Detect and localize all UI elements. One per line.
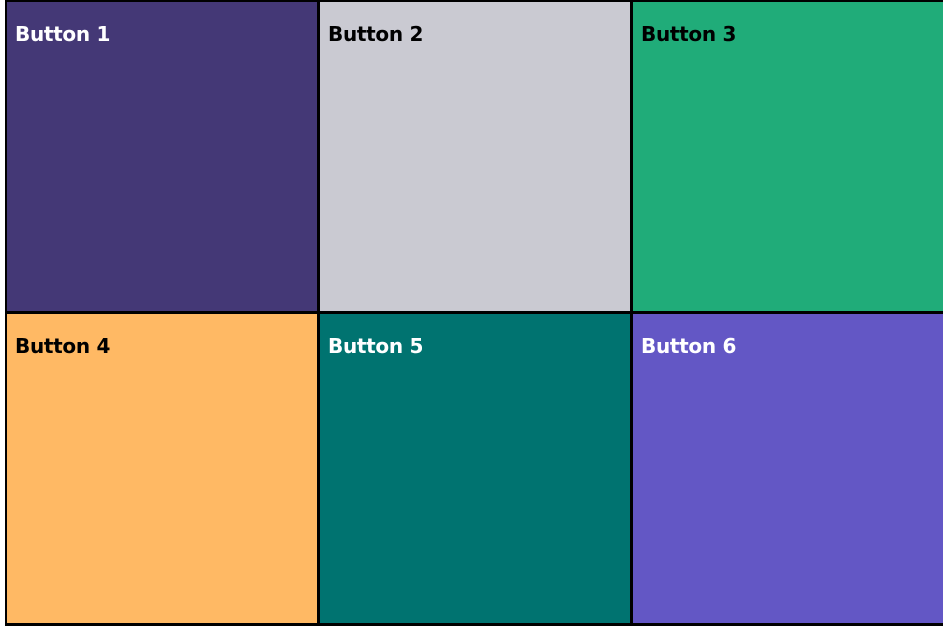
button-5[interactable]: Button 5 — [320, 314, 630, 623]
button-2-label: Button 2 — [328, 22, 424, 46]
button-3-label: Button 3 — [641, 22, 737, 46]
button-1-label: Button 1 — [15, 22, 111, 46]
button-1[interactable]: Button 1 — [7, 2, 317, 311]
button-grid: Button 1 Button 2 Button 3 Button 4 Butt… — [5, 0, 943, 626]
button-3[interactable]: Button 3 — [633, 2, 943, 311]
button-2[interactable]: Button 2 — [320, 2, 630, 311]
button-6-label: Button 6 — [641, 334, 737, 358]
button-6[interactable]: Button 6 — [633, 314, 943, 623]
button-4[interactable]: Button 4 — [7, 314, 317, 623]
button-4-label: Button 4 — [15, 334, 111, 358]
button-5-label: Button 5 — [328, 334, 424, 358]
